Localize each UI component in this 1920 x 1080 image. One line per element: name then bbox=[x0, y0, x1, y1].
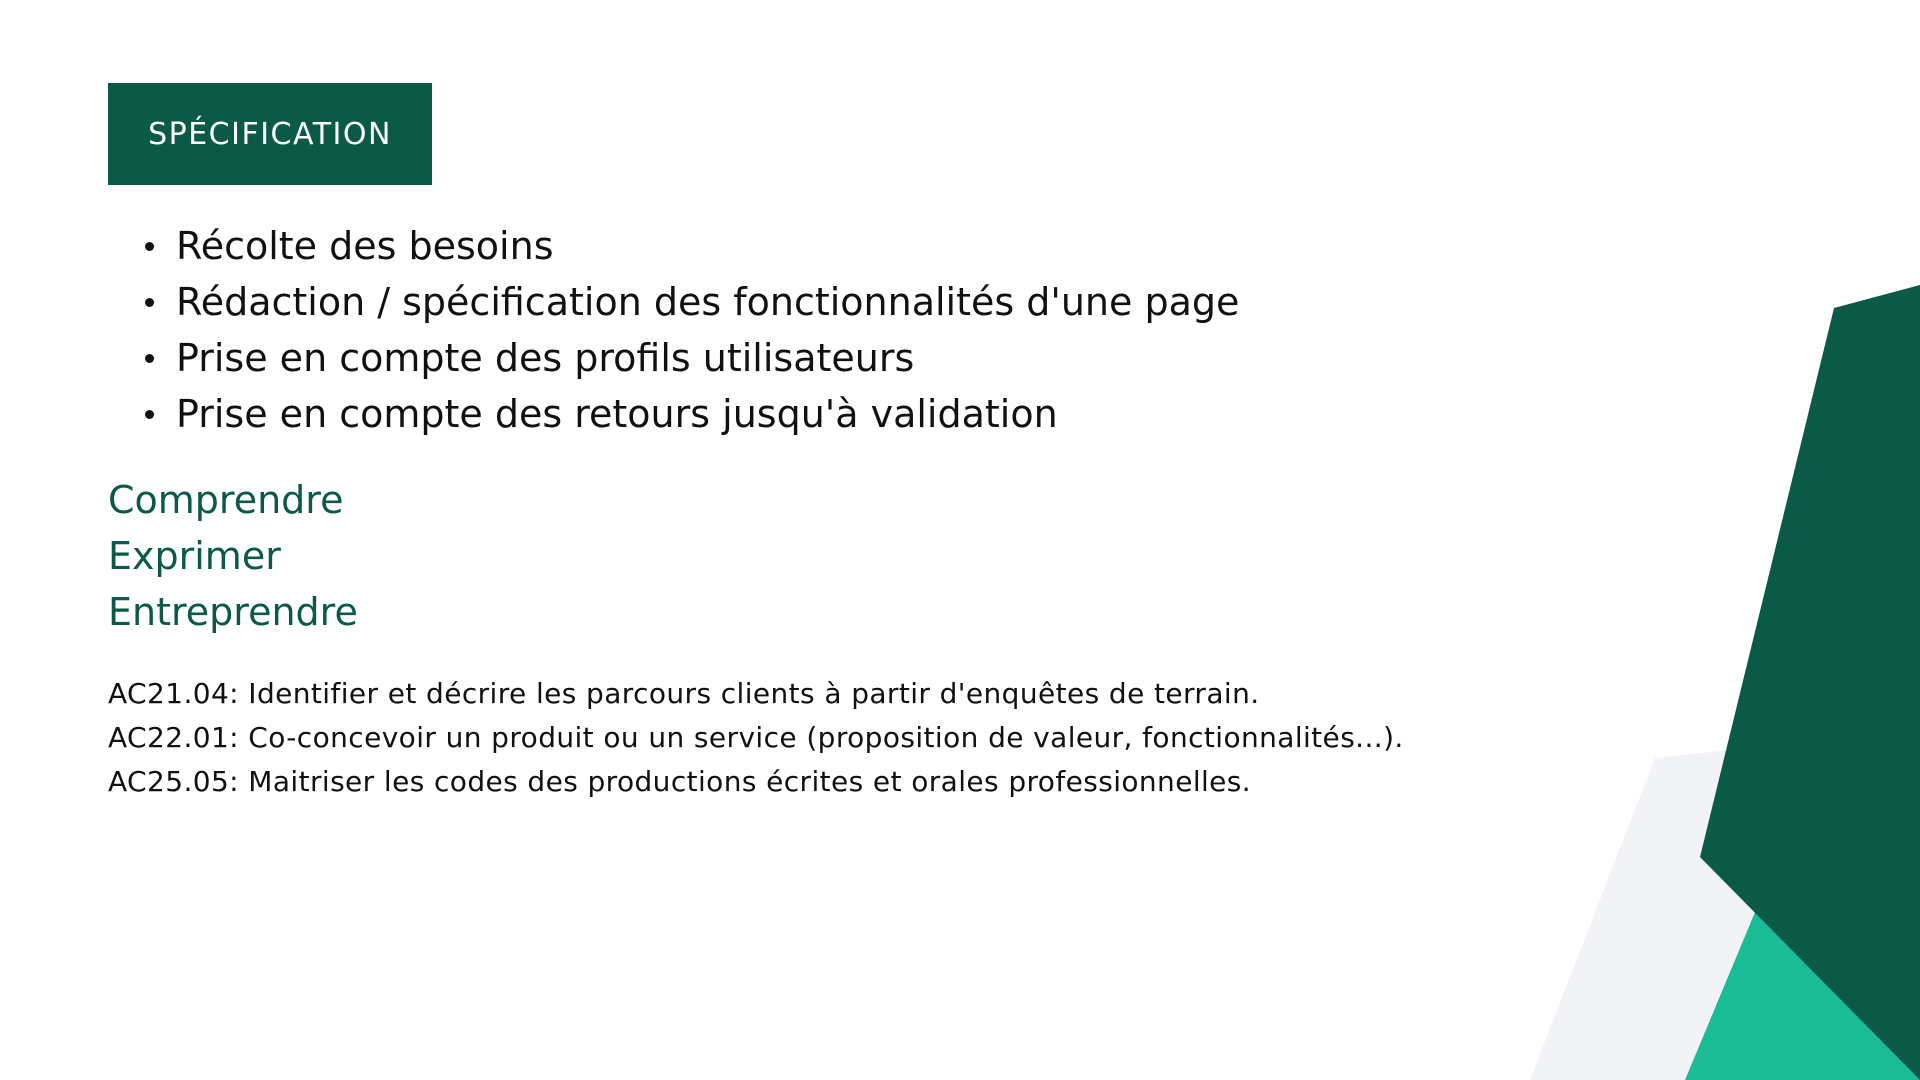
criterion-item: AC21.04: Identifier et décrire les parco… bbox=[108, 677, 1260, 710]
criteria-list: AC21.04: Identifier et décrire les parco… bbox=[108, 672, 1404, 804]
competency-list: Comprendre Exprimer Entreprendre bbox=[108, 472, 358, 640]
task-item: Récolte des besoins bbox=[108, 218, 1239, 274]
bullet-dot-icon bbox=[145, 298, 154, 307]
bullet-dot-icon bbox=[145, 354, 154, 363]
task-text: Récolte des besoins bbox=[176, 224, 554, 268]
task-text: Prise en compte des profils utilisateurs bbox=[176, 336, 915, 380]
section-badge: SPÉCIFICATION bbox=[108, 83, 432, 185]
competency-item: Comprendre bbox=[108, 478, 344, 522]
competency-item: Exprimer bbox=[108, 534, 281, 578]
task-text: Prise en compte des retours jusqu'à vali… bbox=[176, 392, 1058, 436]
criterion-item: AC22.01: Co-concevoir un produit ou un s… bbox=[108, 721, 1404, 754]
criterion-item: AC25.05: Maitriser les codes des product… bbox=[108, 765, 1252, 798]
slide: SPÉCIFICATION Récolte des besoins Rédact… bbox=[0, 0, 1920, 1080]
task-item: Rédaction / spécification des fonctionna… bbox=[108, 274, 1239, 330]
task-item: Prise en compte des profils utilisateurs bbox=[108, 330, 1239, 386]
task-list: Récolte des besoins Rédaction / spécific… bbox=[108, 218, 1239, 442]
section-badge-label: SPÉCIFICATION bbox=[148, 116, 392, 152]
bullet-dot-icon bbox=[145, 410, 154, 419]
task-text: Rédaction / spécification des fonctionna… bbox=[176, 280, 1240, 324]
bullet-dot-icon bbox=[145, 242, 154, 251]
task-item: Prise en compte des retours jusqu'à vali… bbox=[108, 386, 1239, 442]
competency-item: Entreprendre bbox=[108, 590, 358, 634]
